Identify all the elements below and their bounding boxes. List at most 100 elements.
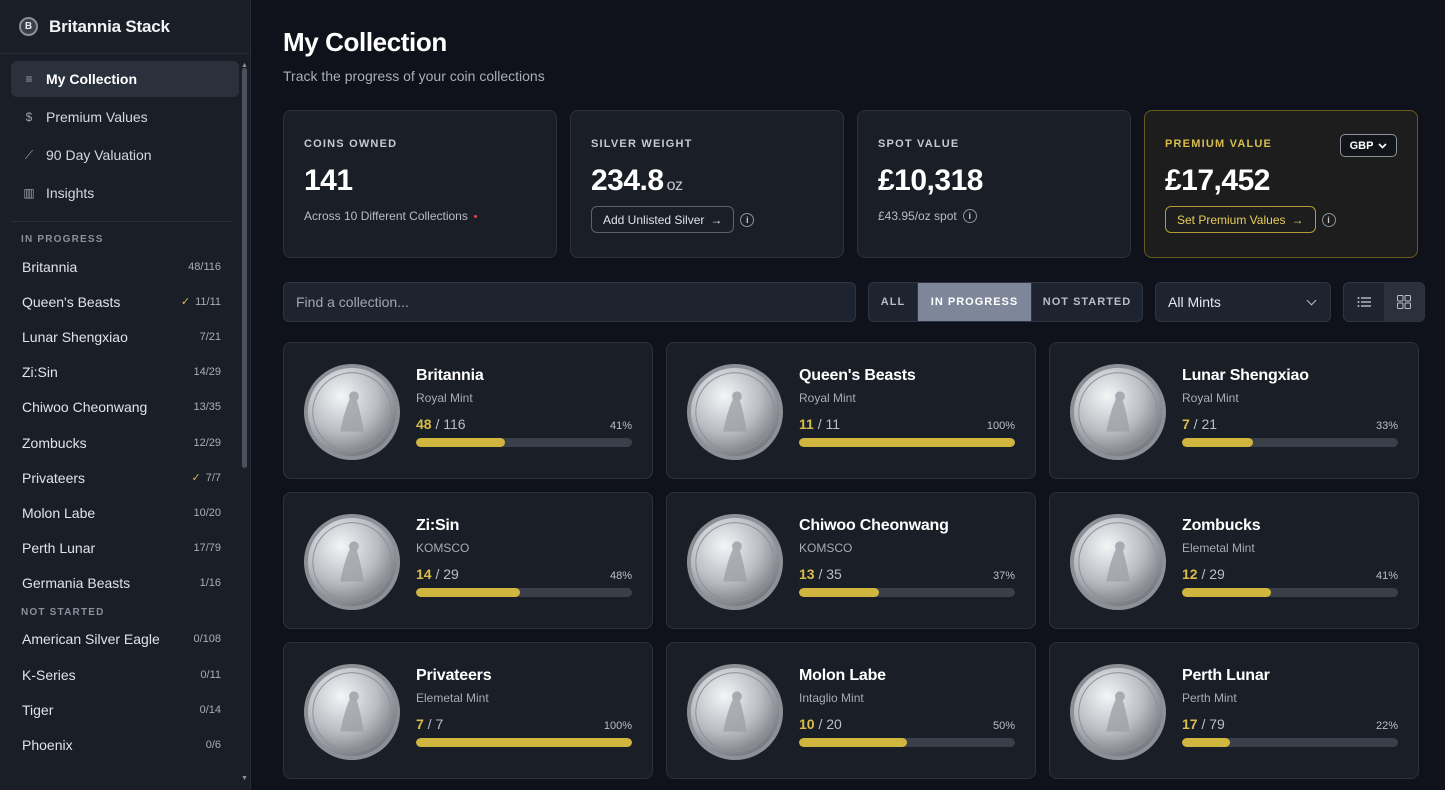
count-text: 14/29: [193, 366, 221, 379]
arrow-right-icon: →: [710, 212, 723, 227]
count-text: 11/11: [195, 295, 221, 308]
search-input[interactable]: [283, 282, 856, 322]
filter-in-progress[interactable]: IN PROGRESS: [918, 283, 1032, 321]
collection-card[interactable]: Chiwoo Cheonwang KOMSCO 13 / 35 37%: [666, 492, 1036, 629]
sidebar-collection-item[interactable]: Perth Lunar 17/79: [0, 531, 250, 566]
stat-value: 141: [304, 164, 353, 197]
collection-card[interactable]: Molon Labe Intaglio Mint 10 / 20 50%: [666, 642, 1036, 779]
sidebar-collection-item[interactable]: Germania Beasts 1/16: [0, 566, 250, 601]
page-subtitle: Track the progress of your coin collecti…: [283, 68, 545, 84]
sidebar-collection-item[interactable]: Zombucks 12/29: [0, 425, 250, 460]
stat-number: 234.8: [591, 164, 664, 197]
button-label: Set Premium Values: [1177, 212, 1286, 227]
scroll-down-icon[interactable]: ▼: [241, 775, 248, 782]
mint-select[interactable]: All Mints: [1155, 282, 1331, 322]
sidebar-collection-item[interactable]: Britannia 48/116: [0, 249, 250, 284]
sidebar-collection-item[interactable]: Molon Labe 10/20: [0, 495, 250, 530]
card-mint: Royal Mint: [799, 391, 856, 405]
owned-count: 10: [799, 716, 815, 732]
progress-fill: [1182, 738, 1230, 747]
collection-card[interactable]: Lunar Shengxiao Royal Mint 7 / 21 33%: [1049, 342, 1419, 479]
card-mint: KOMSCO: [416, 541, 470, 555]
sidebar-collection-item[interactable]: Privateers ✓ 7/7: [0, 460, 250, 495]
card-fraction: 12 / 29: [1182, 566, 1225, 582]
sidebar-collection-item[interactable]: American Silver Eagle 0/108: [0, 622, 250, 657]
collection-count: ✓ 7/7: [191, 471, 221, 485]
collection-card[interactable]: Britannia Royal Mint 48 / 116 41%: [283, 342, 653, 479]
total-count: 116: [443, 416, 466, 432]
card-body: Britannia Royal Mint 48 / 116 41%: [416, 343, 632, 478]
info-icon[interactable]: i: [1321, 212, 1336, 227]
stat-premium-value: PREMIUM VALUE GBP £17,452 Set Premium Va…: [1144, 110, 1418, 258]
card-fraction: 17 / 79: [1182, 716, 1225, 732]
collection-card[interactable]: Perth Lunar Perth Mint 17 / 79 22%: [1049, 642, 1419, 779]
total-count: 29: [1209, 566, 1225, 582]
set-premium-values-button[interactable]: Set Premium Values →: [1165, 206, 1316, 233]
stat-label: COINS OWNED: [304, 138, 398, 150]
check-icon: ✓: [180, 296, 191, 309]
owned-count: 17: [1182, 716, 1198, 732]
card-title: Zi:Sin: [416, 517, 460, 534]
stat-spot-value: SPOT VALUE £10,318 £43.95/oz spot i: [857, 110, 1131, 258]
alert-dot-icon: [473, 214, 477, 218]
nav-item-line-chart[interactable]: ⟋ 90 Day Valuation: [11, 137, 239, 173]
card-title: Zombucks: [1182, 517, 1261, 534]
total-count: 79: [1209, 716, 1225, 732]
collection-card[interactable]: Privateers Elemetal Mint 7 / 7 100%: [283, 642, 653, 779]
sidebar-collection-item[interactable]: Chiwoo Cheonwang 13/35: [0, 390, 250, 425]
progress-fill: [799, 588, 879, 597]
card-fraction: 7 / 7: [416, 716, 444, 732]
nav-item-bar-chart[interactable]: ▥ Insights: [11, 175, 239, 211]
nav-item-label: 90 Day Valuation: [46, 147, 152, 163]
collection-name: K-Series: [22, 666, 76, 683]
coin-wrap: [1069, 493, 1169, 630]
add-unlisted-silver-button[interactable]: Add Unlisted Silver →: [591, 206, 735, 233]
scroll-thumb[interactable]: [242, 68, 247, 468]
collection-count: 10/20: [193, 507, 221, 519]
coin-wrap: [686, 493, 786, 630]
currency-select[interactable]: GBP: [1340, 134, 1397, 157]
sidebar-collection-item[interactable]: Lunar Shengxiao 7/21: [0, 319, 250, 354]
info-icon[interactable]: i: [962, 209, 977, 223]
collection-name: Zi:Sin: [22, 364, 58, 381]
sidebar-collection-item[interactable]: K-Series 0/11: [0, 657, 250, 692]
total-count: 7: [435, 716, 444, 732]
card-fraction: 7 / 21: [1182, 416, 1218, 432]
coin-image: [686, 663, 784, 760]
card-fraction: 10 / 20: [799, 716, 842, 732]
collection-name: Germania Beasts: [22, 575, 131, 592]
coin-wrap: [303, 343, 403, 480]
owned-count: 7: [1182, 416, 1190, 432]
card-mint: Elemetal Mint: [1182, 541, 1255, 555]
stat-foot: Add Unlisted Silver → i: [591, 206, 823, 233]
card-body: Chiwoo Cheonwang KOMSCO 13 / 35 37%: [799, 493, 1015, 628]
card-body: Lunar Shengxiao Royal Mint 7 / 21 33%: [1182, 343, 1398, 478]
stat-foot: £43.95/oz spot i: [878, 209, 1110, 223]
progress-fill: [1182, 438, 1254, 447]
grid-view-button[interactable]: [1384, 283, 1424, 321]
filter-not-started[interactable]: NOT STARTED: [1032, 283, 1142, 321]
list-view-button[interactable]: [1344, 283, 1384, 321]
nav-item-dollar[interactable]: $ Premium Values: [11, 99, 239, 135]
stat-label: SPOT VALUE: [878, 138, 960, 150]
collection-card[interactable]: Queen's Beasts Royal Mint 11 / 11 100%: [666, 342, 1036, 479]
sidebar-collection-item[interactable]: Queen's Beasts ✓ 11/11: [0, 284, 250, 319]
sidebar-scrollbar[interactable]: ▲ ▼: [241, 62, 248, 782]
card-body: Privateers Elemetal Mint 7 / 7 100%: [416, 643, 632, 778]
info-icon[interactable]: i: [740, 212, 755, 227]
total-count: 20: [826, 716, 842, 732]
filter-all[interactable]: ALL: [869, 283, 918, 321]
card-percent: 33%: [1375, 420, 1398, 432]
card-title: Privateers: [416, 667, 492, 684]
collection-card[interactable]: Zombucks Elemetal Mint 12 / 29 41%: [1049, 492, 1419, 629]
progress-bar: [416, 588, 632, 597]
sidebar-collection-item[interactable]: Zi:Sin 14/29: [0, 355, 250, 390]
coin-image: [1069, 663, 1167, 760]
card-mint: Royal Mint: [1182, 391, 1239, 405]
collection-card[interactable]: Zi:Sin KOMSCO 14 / 29 48%: [283, 492, 653, 629]
brand[interactable]: B Britannia Stack: [0, 0, 250, 54]
sidebar-collection-item[interactable]: Tiger 0/14: [0, 692, 250, 727]
card-percent: 41%: [1375, 570, 1398, 582]
nav-item-database[interactable]: ≡ My Collection: [11, 61, 239, 97]
sidebar-collection-item[interactable]: Phoenix 0/6: [0, 727, 250, 762]
